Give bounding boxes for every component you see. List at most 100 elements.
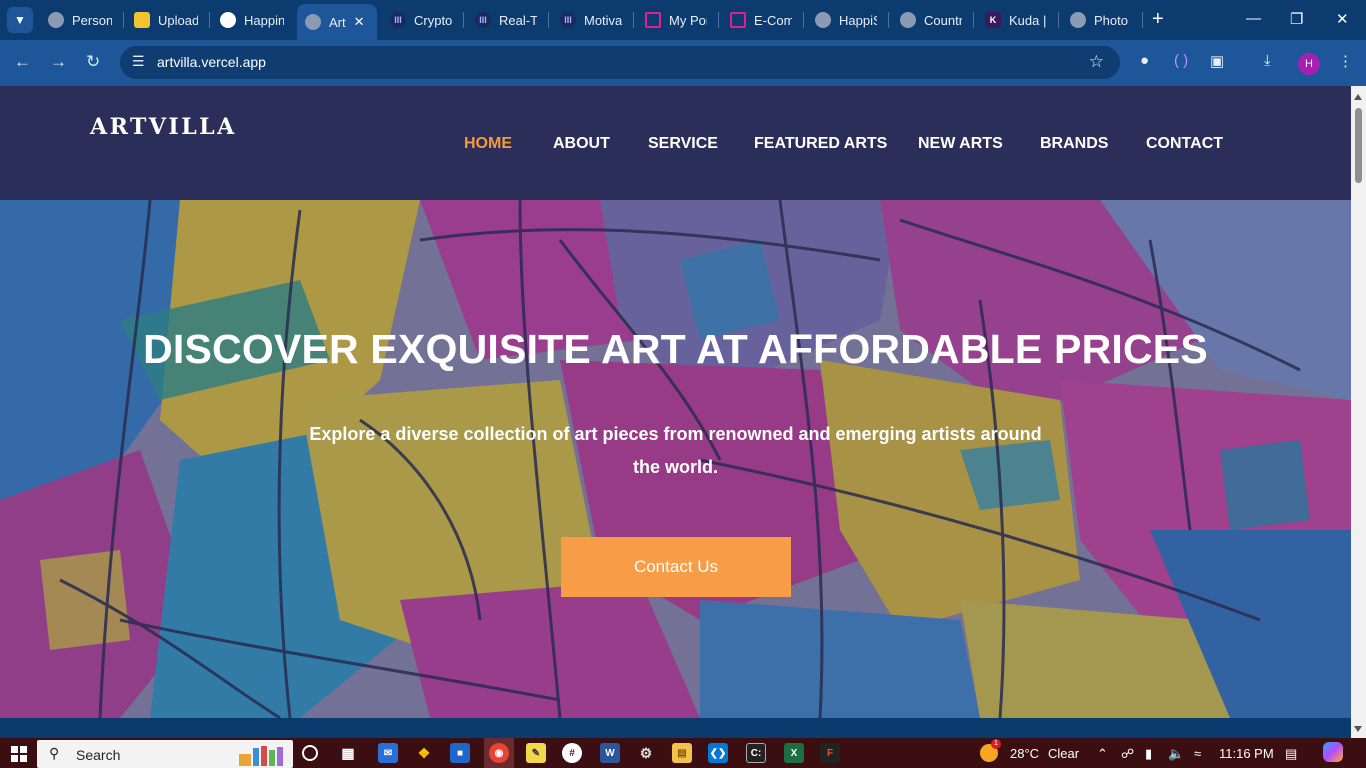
nav-home[interactable]: HOME bbox=[464, 135, 512, 153]
close-icon[interactable]: ✕ bbox=[354, 14, 365, 30]
excel-app-icon[interactable]: X bbox=[784, 743, 804, 763]
reload-button[interactable]: ↻ bbox=[86, 52, 100, 72]
widgets-icon[interactable]: ▦ bbox=[338, 743, 358, 763]
tab-title: Photo bbox=[1094, 12, 1128, 28]
extensions-puzzle-icon[interactable]: ▣ bbox=[1210, 52, 1224, 70]
store-app-icon[interactable]: ■ bbox=[450, 743, 470, 763]
taskbar-search-box[interactable]: ⚲ Search bbox=[37, 740, 293, 768]
scrollbar-thumb[interactable] bbox=[1355, 108, 1362, 183]
restore-button[interactable]: ❐ bbox=[1290, 10, 1303, 28]
browser-tab[interactable]: Photo bbox=[1070, 6, 1132, 34]
nav-featured-arts[interactable]: FEATURED ARTS bbox=[754, 135, 887, 153]
globe-icon bbox=[815, 12, 831, 28]
wifi-icon[interactable]: ≈ bbox=[1194, 746, 1201, 761]
chrome-app-icon[interactable]: ◉ bbox=[489, 743, 509, 763]
tab-title: Real-Ti bbox=[499, 12, 537, 28]
file-explorer-icon[interactable]: ▤ bbox=[672, 743, 692, 763]
nav-service[interactable]: SERVICE bbox=[648, 135, 718, 153]
upload-icon bbox=[134, 12, 150, 28]
url-text[interactable]: artvilla.vercel.app bbox=[157, 54, 266, 70]
extension-icon[interactable]: ● bbox=[1140, 52, 1149, 69]
hero-section: DISCOVER EXQUISITE ART AT AFFORDABLE PRI… bbox=[0, 200, 1351, 718]
new-tab-button[interactable]: + bbox=[1152, 9, 1164, 29]
nav-contact[interactable]: CONTACT bbox=[1146, 135, 1223, 153]
tab-title: Crypto bbox=[414, 12, 452, 28]
weather-badge: 1 bbox=[991, 739, 1001, 749]
copilot-icon[interactable] bbox=[1323, 742, 1343, 762]
git-app-icon[interactable]: ❖ bbox=[414, 743, 434, 763]
tab-title: Happin bbox=[244, 12, 284, 28]
site-header: ARTVILLA HOME ABOUT SERVICE FEATURED ART… bbox=[0, 86, 1351, 200]
hero-title: DISCOVER EXQUISITE ART AT AFFORDABLE PRI… bbox=[143, 326, 1208, 372]
browser-tab[interactable]: K Kuda | bbox=[985, 6, 1047, 34]
search-icon: ⚲ bbox=[49, 745, 60, 761]
tab-title: HappiS bbox=[839, 12, 877, 28]
browser-tab[interactable]: Countr bbox=[900, 6, 962, 34]
tray-chevron-up-icon[interactable]: ⌃ bbox=[1097, 746, 1108, 762]
site-icon: III bbox=[560, 12, 576, 28]
menu-kebab-icon[interactable]: ⋮ bbox=[1338, 52, 1353, 70]
task-view-icon[interactable] bbox=[302, 745, 318, 761]
terminal-app-icon[interactable]: C: bbox=[746, 743, 766, 763]
windows-start-icon[interactable] bbox=[11, 746, 27, 762]
tab-title: Motiva bbox=[584, 12, 622, 28]
page-viewport: ARTVILLA HOME ABOUT SERVICE FEATURED ART… bbox=[0, 86, 1351, 718]
settings-app-icon[interactable]: ⚙ bbox=[636, 743, 656, 763]
chevron-down-icon: ▼ bbox=[14, 13, 26, 27]
word-app-icon[interactable]: W bbox=[600, 743, 620, 763]
browser-tab[interactable]: E-Com bbox=[730, 6, 792, 34]
clock-time[interactable]: 11:16 PM bbox=[1219, 746, 1274, 761]
back-button[interactable]: ← bbox=[14, 52, 31, 72]
browser-tab[interactable]: III Crypto bbox=[390, 6, 452, 34]
site-info-icon[interactable]: ☰ bbox=[132, 53, 145, 70]
windows-taskbar: ⚲ Search ▦ ✉ ❖ ■ ◉ ✎ # W ⚙ ▤ ❮❯ C: X F 1… bbox=[0, 738, 1366, 768]
nav-new-arts[interactable]: NEW ARTS bbox=[918, 135, 1003, 153]
portfolio-icon bbox=[730, 12, 746, 28]
github-icon bbox=[220, 12, 236, 28]
browser-tab-strip: ▼ Personal Upload Happin Art ✕ III Crypt… bbox=[0, 0, 1366, 40]
site-icon: III bbox=[475, 12, 491, 28]
profile-avatar[interactable]: H bbox=[1298, 53, 1320, 75]
notes-app-icon[interactable]: ✎ bbox=[526, 743, 546, 763]
volume-icon[interactable]: 🔈 bbox=[1168, 746, 1184, 762]
browser-toolbar: ← → ↻ ☰ artvilla.vercel.app ☆ ● ( ) ▣ ⤓ … bbox=[0, 40, 1366, 86]
figma-app-icon[interactable]: F bbox=[820, 743, 840, 763]
tab-search-button[interactable]: ▼ bbox=[7, 7, 33, 33]
browser-tab[interactable]: HappiS bbox=[815, 6, 877, 34]
globe-icon bbox=[1070, 12, 1086, 28]
contact-us-button[interactable]: Contact Us bbox=[561, 537, 791, 597]
hero-subtitle: Explore a diverse collection of art piec… bbox=[309, 424, 1042, 477]
browser-tab-active[interactable]: Art ✕ bbox=[297, 4, 377, 40]
notifications-icon[interactable]: ▤ bbox=[1285, 746, 1297, 762]
download-icon[interactable]: ⤓ bbox=[1264, 52, 1271, 69]
nav-about[interactable]: ABOUT bbox=[553, 135, 610, 153]
tab-title: My Por bbox=[669, 12, 707, 28]
browser-tab[interactable]: Personal bbox=[48, 6, 112, 34]
browser-tab[interactable]: Upload bbox=[134, 6, 198, 34]
globe-icon bbox=[305, 14, 321, 30]
nav-brands[interactable]: BRANDS bbox=[1040, 135, 1108, 153]
scroll-down-arrow-icon[interactable] bbox=[1354, 726, 1362, 732]
browser-tab[interactable]: III Motiva bbox=[560, 6, 622, 34]
browser-tab[interactable]: Happin bbox=[220, 6, 284, 34]
weather-temp[interactable]: 28°C bbox=[1010, 746, 1039, 761]
minimize-button[interactable]: — bbox=[1246, 10, 1261, 27]
tray-device-icon[interactable]: ☍ bbox=[1121, 746, 1134, 762]
browser-tab[interactable]: My Por bbox=[645, 6, 707, 34]
bookmark-star-icon[interactable]: ☆ bbox=[1089, 52, 1104, 72]
browser-tab[interactable]: III Real-Ti bbox=[475, 6, 537, 34]
mail-app-icon[interactable]: ✉ bbox=[378, 743, 398, 763]
extension-icon[interactable]: ( ) bbox=[1174, 52, 1188, 69]
weather-condition[interactable]: Clear bbox=[1048, 746, 1079, 761]
address-bar[interactable]: ☰ artvilla.vercel.app ☆ bbox=[120, 46, 1120, 79]
books-illustration-icon bbox=[239, 746, 283, 766]
slack-app-icon[interactable]: # bbox=[562, 743, 582, 763]
vscode-app-icon[interactable]: ❮❯ bbox=[708, 743, 728, 763]
scroll-up-arrow-icon[interactable] bbox=[1354, 94, 1362, 100]
globe-icon bbox=[48, 12, 64, 28]
tab-title: Personal bbox=[72, 12, 112, 28]
forward-button[interactable]: → bbox=[50, 52, 67, 72]
page-scrollbar[interactable] bbox=[1351, 86, 1366, 738]
battery-icon[interactable]: ▮ bbox=[1145, 746, 1152, 762]
close-window-button[interactable]: ✕ bbox=[1336, 10, 1349, 28]
